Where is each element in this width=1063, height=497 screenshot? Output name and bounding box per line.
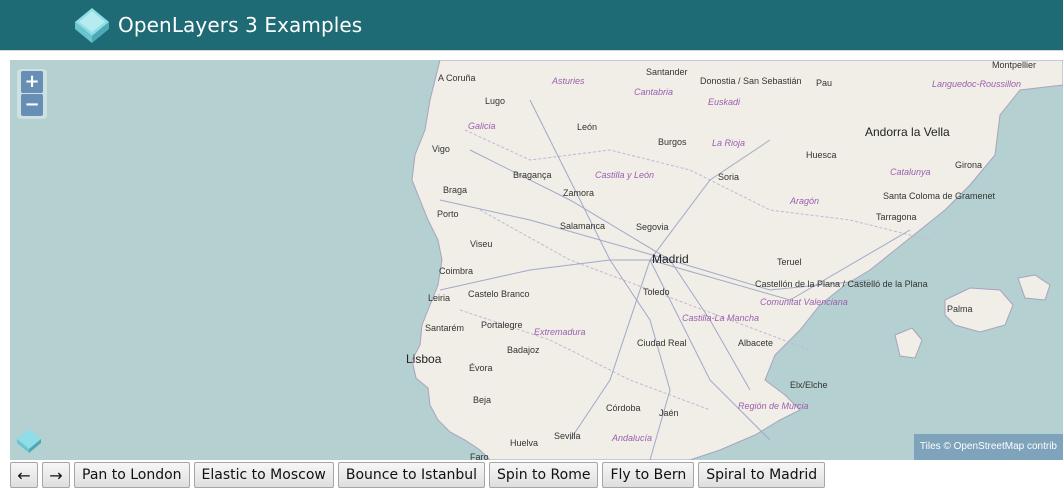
map-label-languedoc: Languedoc-Roussillon [932,79,1022,89]
attribution-prefix: Tiles © [919,441,954,452]
map-label-extremadura: Extremadura [534,327,586,337]
spiral-to-madrid-button[interactable]: Spiral to Madrid [698,462,826,488]
pan-to-london-button[interactable]: Pan to London [74,462,190,488]
map-label-madrid: Madrid [652,252,689,266]
map-label-sevilla: Sevilla [554,431,581,441]
map-label-catalunya: Catalunya [890,167,931,177]
header-bar: OpenLayers 3 Examples [0,0,1063,51]
map-label-santarem: Santarém [425,323,465,333]
map-label-zamora: Zamora [563,188,595,198]
bounce-to-istanbul-button[interactable]: Bounce to Istanbul [337,462,486,488]
zoom-in-button[interactable]: + [21,71,43,93]
map-label-tarragona: Tarragona [876,212,917,222]
openlayers-logo-icon [75,8,109,43]
map-label-segovia: Segovia [636,222,669,232]
animation-controls: ← → Pan to London Elastic to Moscow Boun… [10,460,826,490]
map-label-region-murcia: Región de Murcia [738,401,809,411]
map-label-huesca: Huesca [806,150,837,160]
map-label-castelo-branco: Castelo Branco [468,289,530,299]
map-label-burgos: Burgos [658,137,687,147]
map-label-badajoz: Badajoz [507,345,540,355]
map-label-evora: Évora [469,363,493,373]
map-label-donostia: Donostia / San Sebastián [700,76,802,86]
map-label-santander: Santander [646,67,688,77]
zoom-out-button[interactable]: − [21,94,43,116]
map-label-teruel: Teruel [777,257,802,267]
attribution-suffix: contrib [1024,441,1057,452]
map-label-huelva: Huelva [510,438,539,448]
map-label-asturies: Asturies [552,76,585,86]
map-label-palma: Palma [947,304,973,314]
map-label-cantabria: Cantabria [634,87,674,97]
zoom-control: + − [17,69,47,119]
map-label-vigo: Vigo [432,144,450,154]
map-label-braga: Braga [443,185,468,195]
map-label-castellon: Castellón de la Plana / Castelló de la P… [755,279,928,289]
map-label-porto: Porto [437,209,459,219]
map-label-leon: León [577,122,598,132]
map-label-coimbra: Coimbra [439,266,474,276]
map-label-viseu: Viseu [470,239,493,249]
map-label-jaen: Jaén [659,408,679,418]
rotate-right-button[interactable]: → [42,462,70,488]
map-label-a-coruna: A Coruña [438,73,476,83]
map-label-euskadi: Euskadi [708,97,741,107]
map-label-leiria: Leiria [428,293,451,303]
map-label-elx: Elx/Elche [790,380,828,390]
map-label-andalucia: Andalucía [612,433,653,443]
map-label-castilla-y-leon: Castilla y León [595,170,655,180]
map-label-lisboa: Lisboa [406,352,442,366]
fly-to-bern-button[interactable]: Fly to Bern [602,462,695,488]
brand[interactable]: OpenLayers 3 Examples [72,6,362,44]
map-label-galicia: Galicia [468,121,496,131]
map-label-la-rioja: La Rioja [712,138,746,148]
map-label-pau: Pau [816,78,833,88]
map-label-montpellier: Montpellier [992,60,1037,70]
elastic-to-moscow-button[interactable]: Elastic to Moscow [193,462,334,488]
spin-to-rome-button[interactable]: Spin to Rome [489,462,599,488]
map-label-soria: Soria [718,172,740,182]
map-label-beja: Beja [473,395,492,405]
map-label-albacete: Albacete [738,338,774,348]
map-label-lugo: Lugo [485,96,506,106]
map-label-ciudad-real: Ciudad Real [637,338,687,348]
map-label-cordoba: Córdoba [606,403,641,413]
map-label-santa-coloma: Santa Coloma de Gramenet [883,191,996,201]
map-label-castilla-la-mancha: Castilla-La Mancha [682,313,760,323]
map-label-aragon: Aragón [790,196,820,206]
map-tiles [10,60,1063,460]
map-label-braganca: Bragança [513,170,552,180]
map-label-portalegre: Portalegre [481,320,523,330]
map-label-andorra: Andorra la Vella [865,125,950,139]
map-viewport[interactable]: A Coruña Asturies Santander Donostia / S… [10,60,1063,460]
map-label-toledo: Toledo [643,287,670,297]
map-label-salamanca: Salamanca [560,221,606,231]
map-label-faro: Faro [470,452,489,460]
map-attribution: Tiles © OpenStreetMap contrib [913,434,1063,460]
page-title: OpenLayers 3 Examples [118,13,363,37]
openlayers-logo-icon[interactable] [15,427,43,455]
map-label-comunitat: Comunitat Valenciana [760,297,848,307]
rotate-left-button[interactable]: ← [10,462,38,488]
map-label-girona: Girona [955,160,983,170]
openstreetmap-link[interactable]: OpenStreetMap [954,441,1025,452]
